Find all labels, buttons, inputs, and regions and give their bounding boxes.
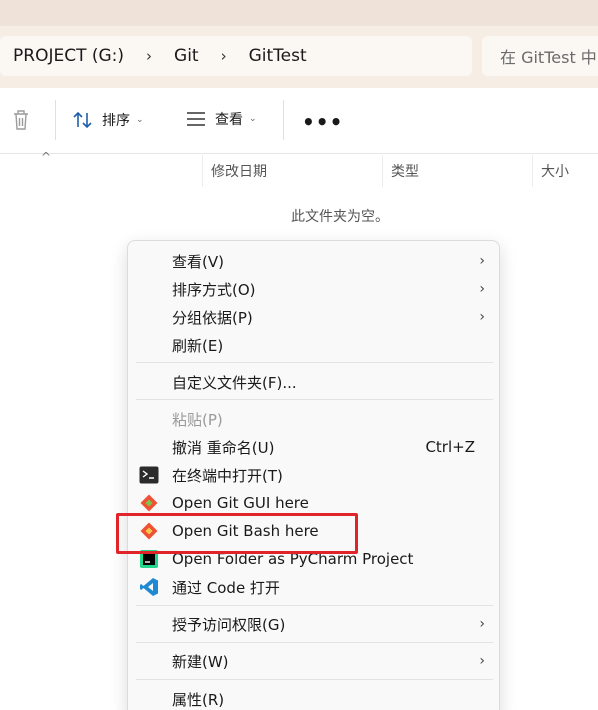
menu-label: 排序方式(O) xyxy=(172,280,256,299)
menu-label: 在终端中打开(T) xyxy=(172,466,283,485)
view-label: 查看 xyxy=(215,112,243,128)
search-input[interactable]: 在 GitTest 中 xyxy=(482,36,598,76)
git-icon xyxy=(138,492,160,514)
terminal-icon xyxy=(138,464,160,486)
menu-label: 新建(W) xyxy=(172,652,229,671)
menu-item-view[interactable]: 查看(V) › xyxy=(128,247,501,275)
breadcrumb-git[interactable]: Git xyxy=(174,46,199,66)
menu-item-new[interactable]: 新建(W) › xyxy=(128,647,501,675)
menu-separator xyxy=(136,362,493,363)
chevron-right-icon: › xyxy=(146,47,153,65)
column-header-type[interactable]: 类型 xyxy=(382,155,532,187)
column-header-date[interactable]: 修改日期 xyxy=(202,155,382,187)
sort-button[interactable]: 排序 ⌄ xyxy=(72,109,144,131)
toolbar-divider xyxy=(55,100,56,140)
shortcut-label: Ctrl+Z xyxy=(425,438,475,456)
menu-label: 分组依据(P) xyxy=(172,308,253,327)
menu-item-open-terminal[interactable]: 在终端中打开(T) xyxy=(128,461,501,489)
sort-label: 排序 xyxy=(102,113,130,129)
menu-label: 粘贴(P) xyxy=(172,410,223,429)
menu-item-group-by[interactable]: 分组依据(P) › xyxy=(128,303,501,331)
menu-label: 查看(V) xyxy=(172,252,224,271)
view-button[interactable]: 查看 ⌄ xyxy=(185,109,257,129)
menu-item-sort-by[interactable]: 排序方式(O) › xyxy=(128,275,501,303)
menu-label: 通过 Code 打开 xyxy=(172,578,280,597)
menu-separator xyxy=(136,679,493,680)
sort-icon xyxy=(73,111,92,129)
chevron-right-icon: › xyxy=(479,616,485,632)
menu-label: 撤消 重命名(U) xyxy=(172,438,275,457)
menu-item-open-with-code[interactable]: 通过 Code 打开 xyxy=(128,573,501,601)
trash-icon xyxy=(14,110,28,130)
chevron-down-icon: ⌄ xyxy=(249,114,257,124)
menu-label: 授予访问权限(G) xyxy=(172,615,286,634)
highlight-box xyxy=(116,513,358,554)
menu-item-properties[interactable]: 属性(R) xyxy=(128,685,501,710)
menu-item-undo-rename[interactable]: 撤消 重命名(U) Ctrl+Z xyxy=(128,433,501,461)
empty-folder-message: 此文件夹为空。 xyxy=(291,209,389,225)
sort-caret-icon: ^ xyxy=(41,150,52,164)
chevron-right-icon: › xyxy=(479,653,485,669)
chevron-right-icon: › xyxy=(479,253,485,269)
menu-separator xyxy=(136,642,493,643)
toolbar-divider xyxy=(283,100,284,140)
menu-item-refresh[interactable]: 刷新(E) xyxy=(128,331,501,359)
menu-label: 自定义文件夹(F)... xyxy=(172,373,297,392)
chevron-down-icon: ⌄ xyxy=(136,115,144,125)
chevron-right-icon: › xyxy=(479,309,485,325)
context-menu: 查看(V) › 排序方式(O) › 分组依据(P) › 刷新(E) 自定义文件夹… xyxy=(127,240,500,710)
title-strip xyxy=(0,0,598,26)
menu-item-give-access[interactable]: 授予访问权限(G) › xyxy=(128,610,501,638)
column-header-size[interactable]: 大小 xyxy=(532,155,598,187)
vscode-icon xyxy=(138,576,160,598)
delete-button[interactable] xyxy=(10,108,32,132)
chevron-right-icon: › xyxy=(479,281,485,297)
menu-label: Open Git GUI here xyxy=(172,494,309,512)
menu-separator xyxy=(136,605,493,606)
menu-label: 属性(R) xyxy=(172,690,225,709)
breadcrumb-drive[interactable]: PROJECT (G:) xyxy=(13,46,124,66)
breadcrumb-gittest[interactable]: GitTest xyxy=(249,46,307,66)
chevron-right-icon: › xyxy=(220,47,227,65)
more-options-button[interactable]: ••• xyxy=(302,110,343,134)
menu-item-paste: 粘贴(P) xyxy=(128,405,501,433)
menu-label: 刷新(E) xyxy=(172,336,224,355)
menu-separator xyxy=(136,399,493,400)
menu-item-customize-folder[interactable]: 自定义文件夹(F)... xyxy=(128,368,501,396)
breadcrumb[interactable]: PROJECT (G:) › Git › GitTest xyxy=(0,36,472,76)
view-list-icon xyxy=(187,112,205,126)
